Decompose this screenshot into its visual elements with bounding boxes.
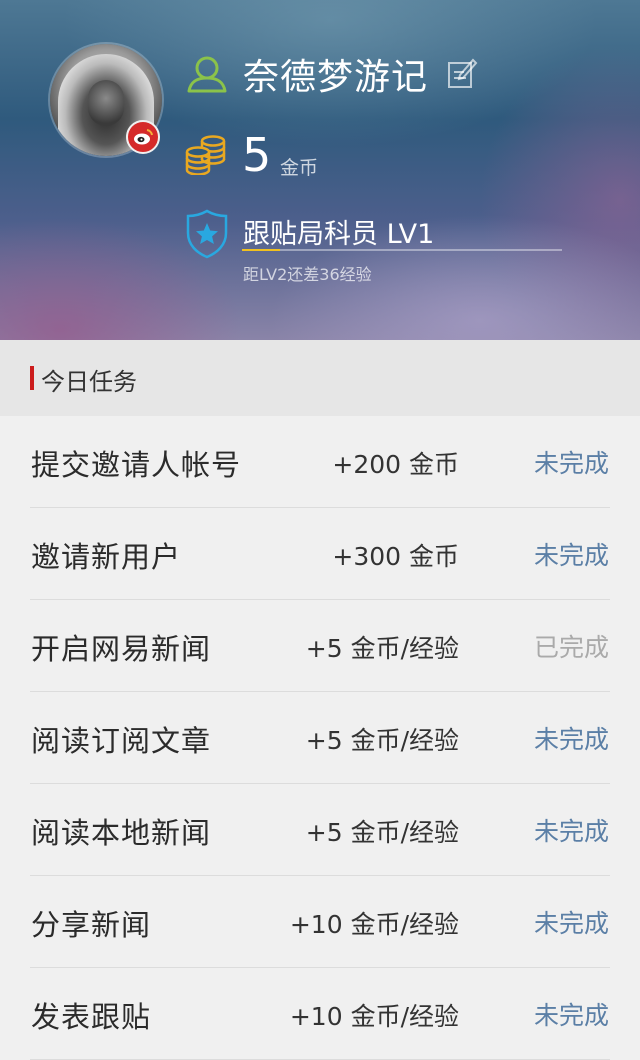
task-status[interactable]: 已完成 xyxy=(534,628,609,664)
task-name: 分享新闻 xyxy=(31,908,152,942)
task-name: 发表跟贴 xyxy=(31,1000,152,1034)
task-reward: +5 金币/经验 xyxy=(305,818,459,847)
task-reward: +10 金币/经验 xyxy=(289,1002,459,1031)
task-row[interactable]: 阅读订阅文章 +5 金币/经验 未完成 xyxy=(0,692,640,784)
section-marker xyxy=(30,366,34,390)
task-name: 阅读本地新闻 xyxy=(31,816,212,850)
level-hint: 距LV2还差36经验 xyxy=(243,265,372,284)
task-status[interactable]: 未完成 xyxy=(534,444,609,480)
user-icon xyxy=(187,56,227,93)
task-row[interactable]: 发表跟贴 +10 金币/经验 未完成 xyxy=(0,968,640,1060)
task-name: 阅读订阅文章 xyxy=(31,724,212,758)
task-reward: +10 金币/经验 xyxy=(289,910,459,939)
avatar-face xyxy=(88,80,124,126)
task-row[interactable]: 阅读本地新闻 +5 金币/经验 未完成 xyxy=(0,784,640,876)
task-list: 提交邀请人帐号 +200 金币 未完成 邀请新用户 +300 金币 未完成 开启网易新闻 +5… xyxy=(0,416,640,1060)
task-row[interactable]: 开启网易新闻 +5 金币/经验 已完成 xyxy=(0,600,640,692)
task-reward: +5 金币/经验 xyxy=(305,726,459,755)
task-name: 邀请新用户 xyxy=(31,540,182,574)
task-status[interactable]: 未完成 xyxy=(534,812,609,848)
shield-star-icon xyxy=(186,209,228,259)
level-progress-fill xyxy=(242,249,281,251)
level-title: 跟贴局科员 LV1 xyxy=(243,219,435,250)
task-reward: +300 金币 xyxy=(332,542,459,571)
task-name: 开启网易新闻 xyxy=(31,632,212,666)
username: 奈德梦游记 xyxy=(243,57,429,98)
profile-header: 奈德梦游记 5 金币 跟贴局科员 LV1 距LV2还差36经验 xyxy=(0,0,640,340)
task-status[interactable]: 未完成 xyxy=(534,720,609,756)
task-reward: +200 金币 xyxy=(332,450,459,479)
coins-unit: 金币 xyxy=(280,157,319,179)
section-header: 今日任务 xyxy=(0,340,640,416)
level-progress-bar xyxy=(242,249,562,251)
task-row[interactable]: 邀请新用户 +300 金币 未完成 xyxy=(0,508,640,600)
task-status[interactable]: 未完成 xyxy=(534,996,609,1032)
task-status[interactable]: 未完成 xyxy=(534,904,609,940)
task-reward: +5 金币/经验 xyxy=(305,634,459,663)
coins-icon xyxy=(185,135,226,175)
weibo-icon xyxy=(126,120,160,154)
edit-icon[interactable] xyxy=(446,56,478,90)
task-status[interactable]: 未完成 xyxy=(534,536,609,572)
coins-count: 5 xyxy=(242,128,272,182)
task-row[interactable]: 提交邀请人帐号 +200 金币 未完成 xyxy=(0,416,640,508)
section-title: 今日任务 xyxy=(41,368,137,396)
task-name: 提交邀请人帐号 xyxy=(31,448,242,482)
task-row[interactable]: 分享新闻 +10 金币/经验 未完成 xyxy=(0,876,640,968)
